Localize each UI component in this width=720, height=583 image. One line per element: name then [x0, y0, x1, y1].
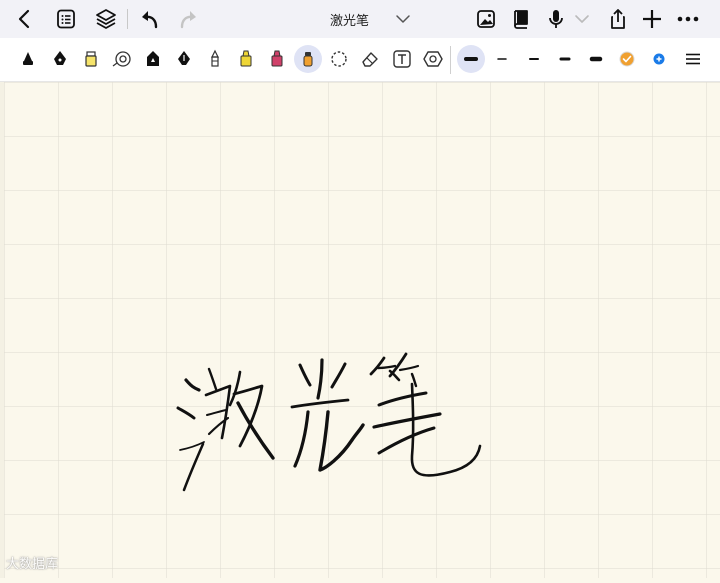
stroke-width-thick[interactable] — [551, 45, 579, 73]
share-icon[interactable] — [603, 4, 633, 34]
toolbar-menu-icon[interactable] — [679, 45, 707, 73]
calligraphy-pen-icon[interactable] — [170, 45, 198, 73]
pencil-icon[interactable] — [201, 45, 229, 73]
lasso-magnifier-icon[interactable] — [108, 45, 136, 73]
toolbar-separator — [450, 46, 451, 74]
highlighter-yellow-icon[interactable] — [77, 45, 105, 73]
back-chevron-icon[interactable] — [10, 4, 40, 34]
image-icon[interactable] — [471, 4, 501, 34]
watermark: 大数据库 — [6, 557, 59, 572]
page-title: 激光笔 — [330, 13, 370, 29]
brush-pen-icon[interactable] — [46, 45, 74, 73]
add-color-icon[interactable] — [645, 45, 673, 73]
stroke-width-extra-thin[interactable] — [457, 45, 485, 73]
layers-icon[interactable] — [91, 4, 121, 34]
stroke-width-medium[interactable] — [520, 45, 548, 73]
more-icon[interactable] — [673, 4, 703, 34]
document-list-icon[interactable] — [51, 4, 81, 34]
toolbar-divider — [127, 9, 128, 29]
ballpoint-pen-icon[interactable] — [139, 45, 167, 73]
add-icon[interactable] — [637, 4, 667, 34]
document-title-button[interactable]: 激光笔 — [300, 9, 410, 29]
fountain-pen-icon[interactable] — [14, 45, 42, 73]
undo-icon[interactable] — [135, 4, 165, 34]
lasso-select-icon[interactable] — [325, 45, 353, 73]
shape-tool-icon[interactable] — [419, 45, 447, 73]
laser-pointer-icon[interactable] — [294, 45, 322, 73]
color-swatch-orange[interactable] — [613, 45, 641, 73]
stroke-width-extra-thick[interactable] — [582, 45, 610, 73]
canvas-surface — [0, 82, 720, 578]
marker-pink-icon[interactable] — [263, 45, 291, 73]
mic-chevron-down-icon[interactable] — [567, 4, 597, 34]
drawing-toolbar — [0, 38, 720, 82]
marker-yellow-icon[interactable] — [232, 45, 260, 73]
stroke-width-thin[interactable] — [488, 45, 516, 73]
top-bar: 激光笔 — [0, 0, 720, 38]
eraser-icon[interactable] — [356, 45, 384, 73]
book-icon[interactable] — [506, 4, 536, 34]
title-chevron-down-icon — [396, 15, 410, 23]
note-canvas[interactable] — [0, 82, 720, 578]
redo-icon[interactable] — [173, 4, 203, 34]
text-tool-icon[interactable] — [388, 45, 416, 73]
